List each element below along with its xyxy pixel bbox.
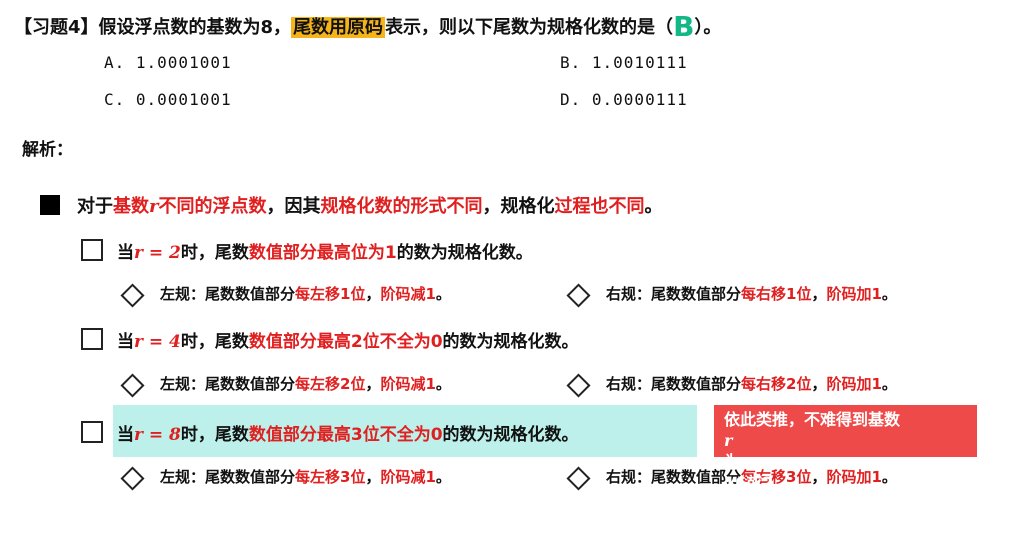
case-text: 当 xyxy=(117,425,134,445)
rule-red: 每左移1位 xyxy=(295,285,366,303)
note-line-2: 16或2 n 时的规格化过程。 xyxy=(724,472,967,538)
note-line-1: 依此类推，不难得到基数 r 为 xyxy=(724,409,967,472)
option-b: B. 1.0010111 xyxy=(560,53,688,72)
rule-red: 每左移2位 xyxy=(295,375,366,393)
rule-text: ， xyxy=(365,375,381,393)
main-point-red: 规格化数的形式不同 xyxy=(320,196,483,217)
diamond-bullet-icon xyxy=(566,373,591,398)
rule-text: 左规：尾数数值部分 xyxy=(160,468,296,486)
case-text: 当 xyxy=(117,243,134,263)
main-point-red: 过程也不同 xyxy=(554,196,645,217)
checkbox-square-icon xyxy=(81,328,103,350)
rule-red: 阶码减1 xyxy=(380,375,436,393)
note-box: 依此类推，不难得到基数 r 为 16或2 n 时的规格化过程。 xyxy=(714,405,977,537)
case-text: 当 xyxy=(117,332,134,352)
rule-text: 。 xyxy=(881,285,897,303)
question-highlight: 尾数用原码 xyxy=(291,17,386,38)
rule-text: 右规：尾数数值部分 xyxy=(606,285,742,303)
question-middle: 表示，则以下尾数为规格化数的是（ xyxy=(385,17,674,38)
main-point-text: ，因其 xyxy=(266,196,321,217)
question-prefix: 【习题4】假设浮点数的基数为8， xyxy=(14,17,292,38)
diamond-bullet-icon xyxy=(566,283,591,308)
diamond-bullet-icon xyxy=(120,373,145,398)
rule-red: 阶码加1 xyxy=(826,375,882,393)
case-2-right-shift: 右规：尾数数值部分每右移2位，阶码加1。 xyxy=(606,373,897,394)
rule-text: ， xyxy=(811,375,827,393)
rule-text: 右规：尾数数值部分 xyxy=(606,468,742,486)
rule-red: 阶码加1 xyxy=(826,285,882,303)
case-1-line: 当r = 2时，尾数数值部分最高位为1的数为规格化数。 xyxy=(117,238,533,263)
case-text: 的数为规格化数。 xyxy=(442,332,579,352)
rule-text: 。 xyxy=(881,375,897,393)
case-text: 的数为规格化数。 xyxy=(442,425,579,445)
case-1-right-shift: 右规：尾数数值部分每右移1位，阶码加1。 xyxy=(606,283,897,304)
checkbox-square-icon xyxy=(81,421,103,443)
rule-text: ， xyxy=(365,285,381,303)
option-c: C. 0.0001001 xyxy=(104,90,232,109)
note-text: 16或2 xyxy=(724,473,774,492)
analysis-title: 解析： xyxy=(22,140,73,160)
case-text: 的数为规格化数。 xyxy=(396,243,533,263)
note-var: r xyxy=(724,431,733,450)
rule-text: 右规：尾数数值部分 xyxy=(606,375,742,393)
case-1-left-shift: 左规：尾数数值部分每左移1位，阶码减1。 xyxy=(160,283,451,304)
case-text: 时，尾数 xyxy=(180,243,249,263)
case-3-line: 当r = 8时，尾数数值部分最高3位不全为0的数为规格化数。 xyxy=(117,420,579,445)
case-equation: r = 2 xyxy=(134,243,181,263)
case-equation: r = 8 xyxy=(134,425,181,445)
question-stem: 【习题4】假设浮点数的基数为8， 尾数用原码 表示，则以下尾数为规格化数的是（B）。 xyxy=(14,10,721,43)
case-text: 时，尾数 xyxy=(180,425,249,445)
bullet-square-icon xyxy=(40,195,60,215)
question-suffix: ）。 xyxy=(694,17,722,38)
main-point-text: 。 xyxy=(644,196,663,217)
case-red: 数值部分最高3位不全为0 xyxy=(248,425,443,445)
case-equation: r = 4 xyxy=(134,332,181,352)
option-d: D. 0.0000111 xyxy=(560,90,688,109)
option-a: A. 1.0001001 xyxy=(104,53,232,72)
rule-red: 阶码减1 xyxy=(380,468,436,486)
rule-text: 。 xyxy=(435,375,451,393)
case-red: 数值部分最高位为1 xyxy=(248,243,397,263)
rule-red: 每右移2位 xyxy=(741,375,812,393)
rule-text: ， xyxy=(365,468,381,486)
main-point-text: 对于 xyxy=(77,196,113,217)
main-point-text: ，规格化 xyxy=(482,196,555,217)
rule-text: 。 xyxy=(435,285,451,303)
note-text: 依此类推，不难得到基数 xyxy=(724,410,901,429)
rule-text: 左规：尾数数值部分 xyxy=(160,285,296,303)
case-2-line: 当r = 4时，尾数数值部分最高2位不全为0的数为规格化数。 xyxy=(117,327,579,352)
note-text: 时的规格化过程。 xyxy=(724,518,853,538)
main-point-red: 基数 xyxy=(113,196,149,217)
case-2-left-shift: 左规：尾数数值部分每左移2位，阶码减1。 xyxy=(160,373,451,394)
checkbox-square-icon xyxy=(81,239,103,261)
rule-red: 阶码减1 xyxy=(380,285,436,303)
rule-red: 每右移1位 xyxy=(741,285,812,303)
main-point: 对于基数r不同的浮点数，因其规格化数的形式不同，规格化过程也不同。 xyxy=(77,192,662,218)
diamond-bullet-icon xyxy=(566,466,591,491)
answer-letter: B xyxy=(673,10,695,43)
case-3-left-shift: 左规：尾数数值部分每左移3位，阶码减1。 xyxy=(160,466,451,487)
rule-red: 每左移3位 xyxy=(295,468,366,486)
main-point-red: 不同的浮点数 xyxy=(158,196,267,217)
rule-text: ， xyxy=(811,285,827,303)
diamond-bullet-icon xyxy=(120,283,145,308)
note-text: 为 xyxy=(724,452,741,471)
diamond-bullet-icon xyxy=(120,466,145,491)
rule-text: 左规：尾数数值部分 xyxy=(160,375,296,393)
rule-text: 。 xyxy=(435,468,451,486)
note-superscript: n xyxy=(724,498,732,509)
case-text: 时，尾数 xyxy=(180,332,249,352)
case-red: 数值部分最高2位不全为0 xyxy=(248,332,443,352)
